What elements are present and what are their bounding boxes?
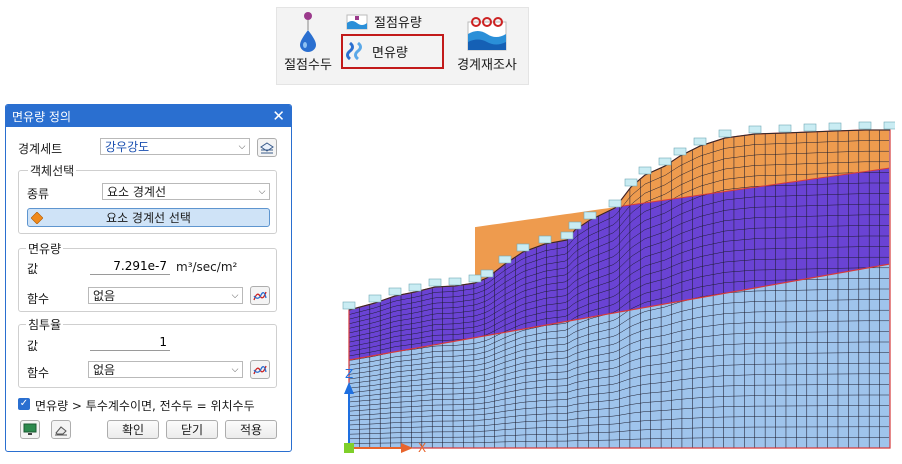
infiltration-value-label: 값 — [27, 339, 39, 353]
surface-flow-highlight — [341, 34, 444, 69]
surface-flow-marker — [803, 123, 817, 132]
head-equals-elevation-label: 면유량 > 투수계수이면, 전수두 = 위치수두 — [35, 399, 255, 413]
surface-flow-marker — [748, 125, 762, 134]
surface-flow-marker — [498, 255, 512, 264]
x-axis-label: X — [418, 441, 426, 455]
z-axis-label: Z — [345, 367, 353, 381]
close-icon[interactable]: ✕ — [272, 108, 285, 124]
eraser-icon — [55, 425, 67, 435]
surface-flow-marker — [568, 221, 582, 230]
surface-flow-marker — [858, 121, 872, 130]
surface-flow-marker — [388, 287, 402, 296]
infiltration-group-title: 침투율 — [26, 316, 64, 333]
surface-flow-marker — [693, 137, 707, 146]
infiltration-function-value: 없음 — [93, 363, 116, 377]
surface-flow-marker — [673, 147, 687, 156]
surface-flow-function-label: 함수 — [27, 292, 50, 306]
boundary-set-select[interactable]: 강우강도 ⌵ — [100, 138, 250, 155]
layers-icon — [260, 141, 274, 153]
surface-flow-function-value: 없음 — [93, 289, 116, 303]
type-value: 요소 경계선 — [107, 185, 167, 199]
node-flow-icon — [346, 14, 368, 29]
mesh-view[interactable]: Z X — [335, 120, 895, 456]
select-element-edge-label: 요소 경계선 선택 — [106, 211, 191, 225]
ok-button[interactable]: 확인 — [107, 420, 159, 439]
type-label: 종류 — [27, 187, 50, 201]
surface-flow-marker — [342, 301, 356, 310]
chevron-down-icon: ⌵ — [231, 290, 239, 301]
object-select-group-title: 객체선택 — [28, 162, 77, 179]
node-head-label: 절점수두 — [284, 58, 332, 73]
apply-label: 적용 — [239, 423, 263, 437]
boundary-review-label: 경계재조사 — [457, 58, 517, 73]
select-element-edge-button[interactable]: 요소 경계선 선택 — [27, 208, 270, 227]
monitor-icon — [23, 423, 37, 435]
surface-flow-marker — [368, 294, 382, 303]
surface-flow-marker — [480, 269, 494, 278]
function-graph-icon — [253, 291, 267, 300]
chevron-down-icon: ⌵ — [258, 186, 266, 197]
chevron-down-icon: ⌵ — [238, 141, 246, 152]
node-flow-button[interactable]: 절점유량 — [346, 12, 422, 31]
water-drop-icon — [300, 12, 316, 52]
apply-mode-button[interactable] — [20, 420, 40, 439]
head-equals-elevation-checkbox[interactable]: ✓ — [18, 398, 30, 410]
function-graph-icon — [253, 365, 267, 374]
eraser-button[interactable] — [51, 420, 71, 439]
chevron-down-icon: ⌵ — [231, 364, 239, 375]
boundary-set-label: 경계세트 — [18, 142, 63, 156]
surface-flow-marker — [468, 274, 482, 283]
surface-flow-value-input[interactable] — [90, 257, 170, 275]
surface-flow-unit: m³/sec/m² — [176, 260, 238, 274]
boundary-review-icon — [467, 17, 507, 51]
surface-flow-marker — [560, 231, 574, 240]
close-button[interactable]: 닫기 — [166, 420, 218, 439]
surface-flow-marker — [428, 278, 442, 287]
boundary-set-value: 강우강도 — [105, 140, 150, 154]
surface-flow-function-button[interactable] — [250, 286, 270, 305]
apply-button[interactable]: 적용 — [225, 420, 277, 439]
close-label: 닫기 — [180, 423, 204, 437]
infiltration-value-input[interactable] — [90, 333, 170, 351]
infiltration-function-button[interactable] — [250, 360, 270, 379]
surface-flow-marker — [448, 277, 462, 286]
surface-flow-group-title: 면유량 — [26, 240, 64, 257]
surface-flow-function-select[interactable]: 없음 ⌵ — [88, 287, 243, 304]
dialog-title-bar[interactable]: 면유량 정의 ✕ — [6, 105, 291, 127]
surface-flow-marker — [608, 199, 622, 208]
node-head-button[interactable]: 절점수두 — [278, 10, 338, 73]
surface-flow-marker — [538, 235, 552, 244]
surface-flow-value-label: 값 — [27, 262, 39, 276]
surface-flow-marker — [828, 122, 842, 131]
boundary-review-button[interactable]: 경계재조사 — [447, 12, 527, 73]
surface-flow-marker — [516, 243, 530, 252]
surface-flow-marker — [778, 124, 792, 133]
infiltration-function-select[interactable]: 없음 ⌵ — [88, 361, 243, 378]
infiltration-function-label: 함수 — [27, 366, 50, 380]
surface-flow-marker — [638, 166, 652, 175]
surface-flow-marker — [883, 121, 895, 130]
surface-flow-marker — [718, 129, 732, 138]
boundary-set-manage-button[interactable] — [257, 138, 277, 157]
surface-flow-marker — [658, 157, 672, 166]
surface-flow-marker — [408, 283, 422, 292]
type-select[interactable]: 요소 경계선 ⌵ — [102, 183, 270, 200]
surface-flow-marker — [583, 211, 597, 220]
node-flow-label: 절점유량 — [374, 16, 422, 31]
surface-flow-marker — [624, 178, 638, 187]
diamond-icon — [31, 212, 43, 224]
dialog-title: 면유량 정의 — [12, 109, 72, 124]
ok-label: 확인 — [121, 423, 145, 437]
